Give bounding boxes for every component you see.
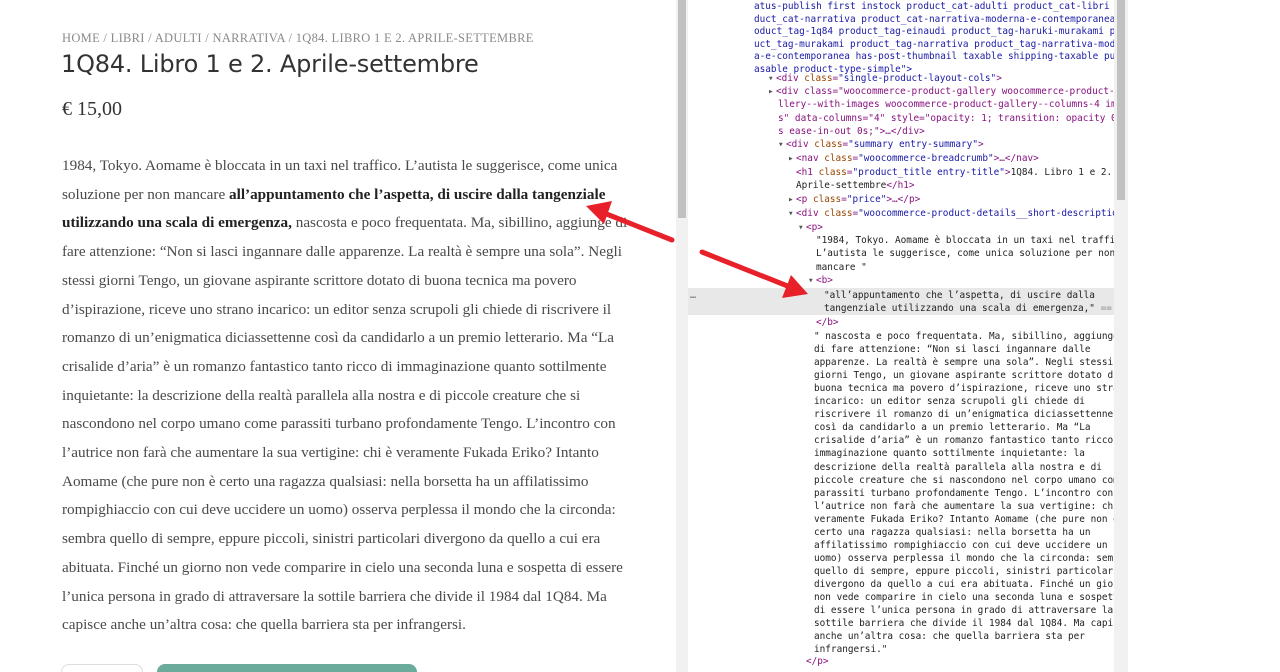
quantity-input[interactable] (61, 664, 143, 672)
dom-node-p[interactable]: ▾ <p> (798, 221, 823, 234)
expand-triangle-icon[interactable]: ▸ (768, 85, 776, 98)
text-node2-line: quello di sempre, eppure piccoli, sinist… (814, 565, 1114, 577)
dom-node-price[interactable]: ▸ <p class="price">…</p> (788, 193, 920, 206)
text-node2-line: sottile barriera che divide il 1984 dal … (814, 618, 1114, 630)
text-node2-line: apparenze. La realtà è sempre una sola”.… (814, 357, 1114, 369)
text-node2-line: certo una ragazza qualsiasi: nella borse… (814, 526, 1091, 538)
selected-node-ref: == $0 (1100, 303, 1114, 314)
product-short-description: 1984, Tokyo. Aomame è bloccata in un tax… (62, 152, 642, 640)
devtools-scrollbar-thumb[interactable] (1117, 0, 1125, 200)
page-scrollbar[interactable] (676, 0, 688, 672)
desc-text-2: nascosta e poco frequentata. Ma, sibilli… (62, 214, 628, 634)
text-node2-line: immaginazione quanto sottilmente inquiet… (814, 448, 1085, 460)
devtools-elements-panel: atus-publish first instock product_cat-a… (688, 0, 1114, 672)
text-node2-line: divergono da quello a cui era abituata. … (814, 578, 1114, 590)
dom-node-product-title[interactable]: <h1 class="product_title entry-title">1Q… (796, 166, 1112, 179)
text-node2-line: così da candidarlo a un premio letterari… (814, 422, 1091, 434)
expand-triangle-icon[interactable]: ▸ (788, 152, 796, 165)
text-node2-line: di fare attenzione: “Non si lasci ingann… (814, 344, 1091, 356)
text-node2-line: piccole creature che si nascondono nel c… (814, 474, 1114, 486)
collapse-triangle-icon[interactable]: ▾ (768, 72, 776, 85)
text-node2-line: veramente Fukada Eriko? Intanto Aomame (… (814, 513, 1114, 525)
collapse-triangle-icon[interactable]: ▾ (808, 274, 816, 287)
more-options-icon[interactable]: … (690, 289, 696, 302)
collapse-triangle-icon[interactable]: ▾ (788, 207, 796, 220)
b-text-line: tangenziale utilizzando una scala di eme… (824, 302, 1114, 315)
text-node2-line: affilatissimo rompighiaccio con cui deve… (814, 539, 1108, 551)
dom-node-breadcrumb-nav[interactable]: ▸ <nav class="woocommerce-breadcrumb">…</… (788, 152, 1039, 165)
text-node2-line: parassiti turbano profondamente Tengo. L… (814, 487, 1114, 499)
gallery-lines-line: ▸ <div class="woocommerce-product-gallery… (768, 85, 1114, 98)
gallery-lines-line: llery--with-images woocommerce-product-g… (778, 99, 1114, 111)
product-title: 1Q84. Libro 1 e 2. Aprile-settembre (61, 50, 479, 78)
class-lines-line: atus-publish first instock product_cat-a… (754, 1, 1114, 12)
gallery-lines-line: s" data-columns="4" style="opacity: 1; t… (778, 112, 1114, 124)
collapse-triangle-icon[interactable]: ▾ (798, 221, 806, 234)
product-price: € 15,00 (62, 98, 122, 120)
text-node2-line: di essere l’unica persona in grado di at… (814, 605, 1114, 617)
text-node1-line: "1984, Tokyo. Aomame è bloccata in un ta… (816, 235, 1114, 246)
text-node1-line: L’autista le suggerisce, come unica solu… (816, 248, 1114, 260)
dom-node-summary[interactable]: ▾ <div class="summary entry-summary"> (778, 138, 984, 151)
text-node2-line: incarico: un editor senza scrupoli gli c… (814, 396, 1085, 408)
product-page: HOME / LIBRI / ADULTI / NARRATIVA / 1Q84… (0, 0, 676, 672)
dom-node-b[interactable]: ▾ <b> (808, 274, 833, 287)
text-node2-line: uomo) osserva perplessa il mondo che la … (814, 552, 1114, 564)
text-node2-line: riscrivere il romanzo di un’enigmatica d… (814, 409, 1114, 421)
text-node2-line: non vede comparire in cielo una seconda … (814, 592, 1114, 603)
class-lines-line: uct_tag-murakami product_tag-narrativa p… (754, 38, 1114, 50)
text-node2-line: buona tecnica ma povero d’ispirazione, r… (814, 383, 1114, 395)
class-lines-line: oduct_tag-1q84 product_tag-einaudi produ… (754, 26, 1114, 38)
collapse-triangle-icon[interactable]: ▾ (778, 138, 786, 151)
dom-node-short-description[interactable]: ▾ <div class="woocommerce-product-details… (788, 207, 1114, 220)
text-node2-line: l’autrice non farà che aumentare la sua … (814, 500, 1114, 512)
dom-node-layout-cols[interactable]: ▾ <div class="single-product-layout-cols"… (768, 72, 1002, 85)
text-node2-line: giorni Tengo, un giovane aspirante scrit… (814, 370, 1114, 382)
text-node2-line: crisalide d’aria” è un romanzo fantastic… (814, 435, 1114, 447)
expand-triangle-icon[interactable]: ▸ (788, 193, 796, 206)
blank-area (1128, 0, 1280, 672)
page-scrollbar-thumb[interactable] (678, 0, 686, 218)
breadcrumb[interactable]: HOME / LIBRI / ADULTI / NARRATIVA / 1Q84… (62, 31, 534, 46)
class-lines-line: duct_cat-narrativa product_cat-narrativa… (754, 13, 1114, 25)
text-node2-line: " nascosta e poco frequentata. Ma, sibil… (814, 331, 1114, 342)
text-node2-line: anche un’altra cosa: che quella barriera… (814, 631, 1085, 643)
devtools-scrollbar[interactable] (1114, 0, 1128, 672)
dom-node-b-close: </b> (816, 317, 839, 328)
dom-node-p-close: </p> (806, 656, 829, 667)
text-node1-line: mancare " (816, 261, 867, 273)
add-to-cart-button[interactable] (157, 664, 417, 672)
b-text-line: "all’appuntamento che l’aspetta, di usci… (824, 290, 1095, 301)
gallery-lines-line: s ease-in-out 0s;">…</div> (778, 125, 925, 137)
class-lines-line: a-e-contemporanea has-post-thumbnail tax… (754, 51, 1114, 63)
text-node2-line: descrizione della realtà parallela alla … (814, 461, 1102, 473)
dom-node-product-title-cont: Aprile-settembre</h1> (796, 180, 915, 191)
